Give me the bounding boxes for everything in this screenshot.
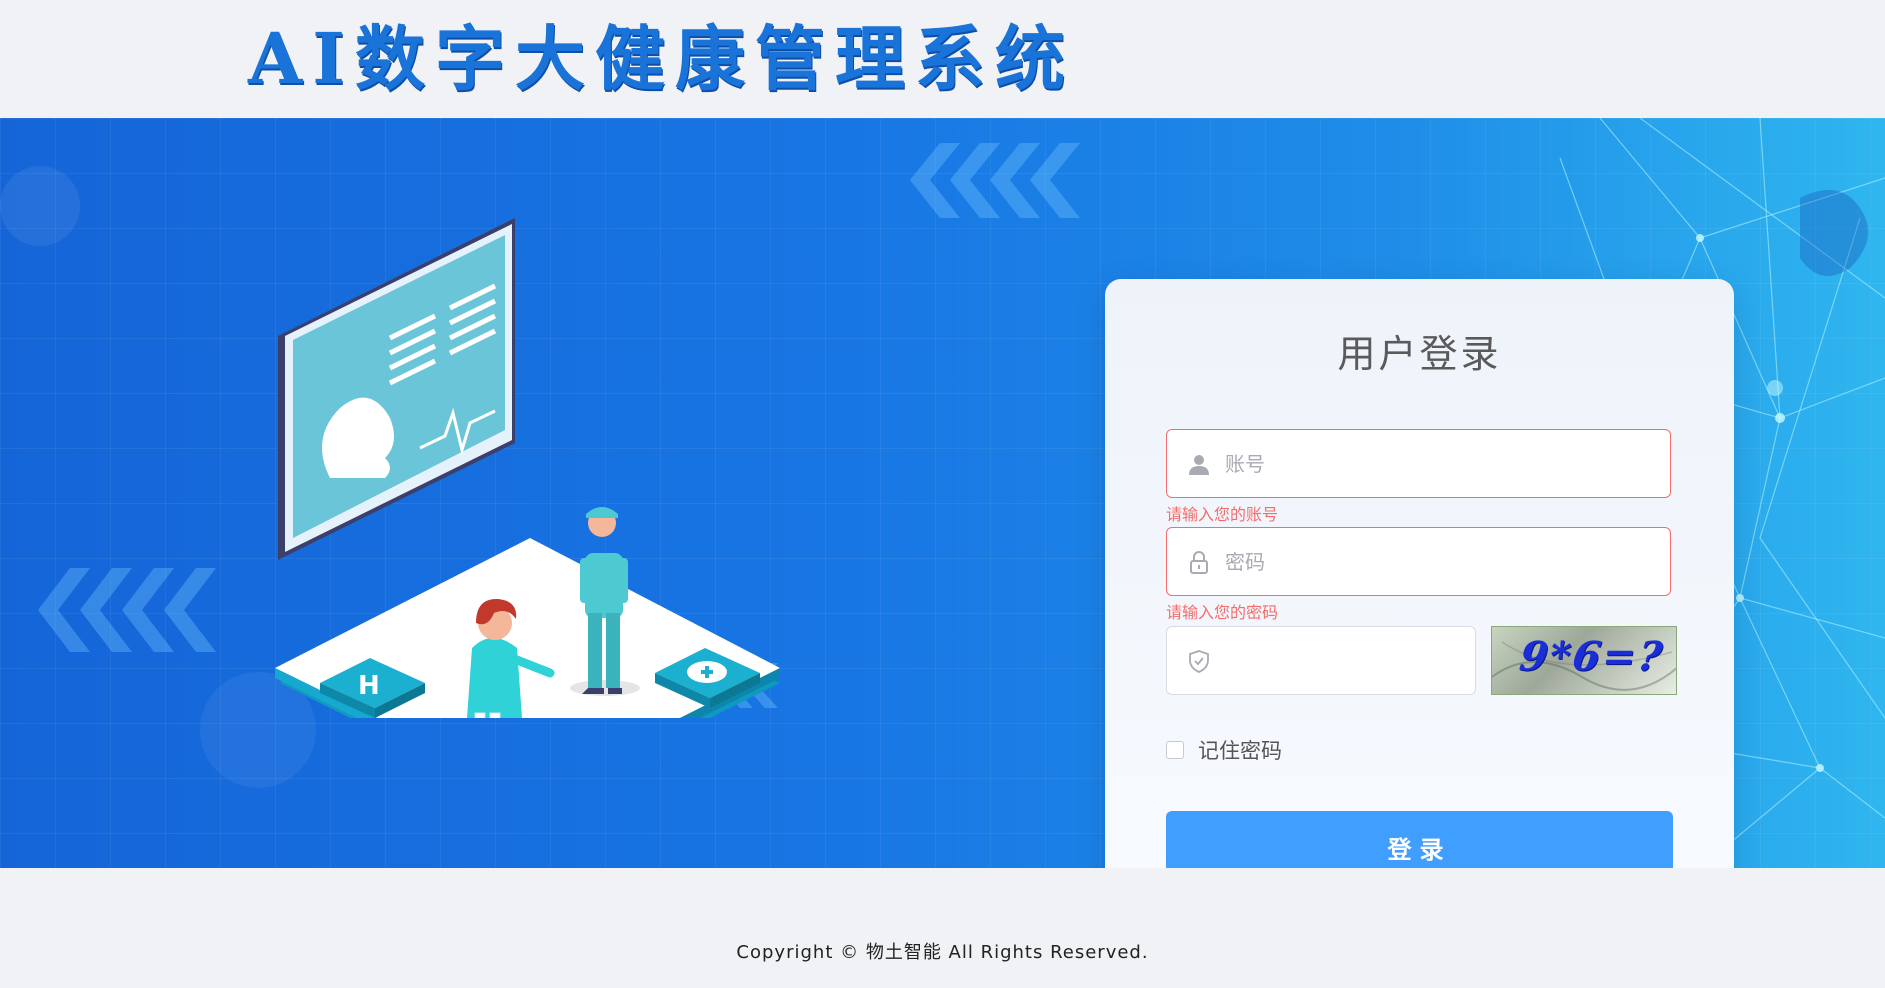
captcha-text: 9*6=? (1516, 633, 1667, 680)
footer-copyright: Copyright © 物土智能 All Rights Reserved. (736, 942, 1149, 963)
user-icon (1189, 455, 1209, 475)
lock-icon (1190, 551, 1208, 574)
captcha-input[interactable] (1223, 627, 1467, 695)
remember-label: 记住密码 (1198, 739, 1282, 763)
remember-password[interactable]: 记住密码 (1166, 735, 1282, 765)
login-button[interactable]: 登录 (1166, 811, 1673, 868)
password-error: 请输入您的密码 (1166, 603, 1279, 622)
captcha-image[interactable]: 9*6=? (1491, 626, 1677, 695)
password-input[interactable] (1223, 528, 1647, 596)
hero-banner: H 用户登录 请输入您的账号 (0, 118, 1885, 868)
medical-illustration: H (275, 218, 780, 718)
remember-checkbox[interactable] (1166, 741, 1184, 759)
username-input[interactable] (1223, 430, 1647, 498)
captcha-field[interactable] (1166, 626, 1476, 695)
login-card: 用户登录 请输入您的账号 请输入您的密码 (1105, 279, 1734, 868)
header: AI数字大健康管理系统 (0, 0, 1885, 118)
svg-text:H: H (358, 671, 380, 701)
login-title: 用户登录 (1337, 332, 1502, 376)
username-error: 请输入您的账号 (1166, 505, 1279, 524)
app-title: AI数字大健康管理系统 (248, 17, 1076, 100)
shield-check-icon (1189, 650, 1209, 673)
password-field[interactable] (1166, 527, 1671, 596)
username-field[interactable] (1166, 429, 1671, 498)
